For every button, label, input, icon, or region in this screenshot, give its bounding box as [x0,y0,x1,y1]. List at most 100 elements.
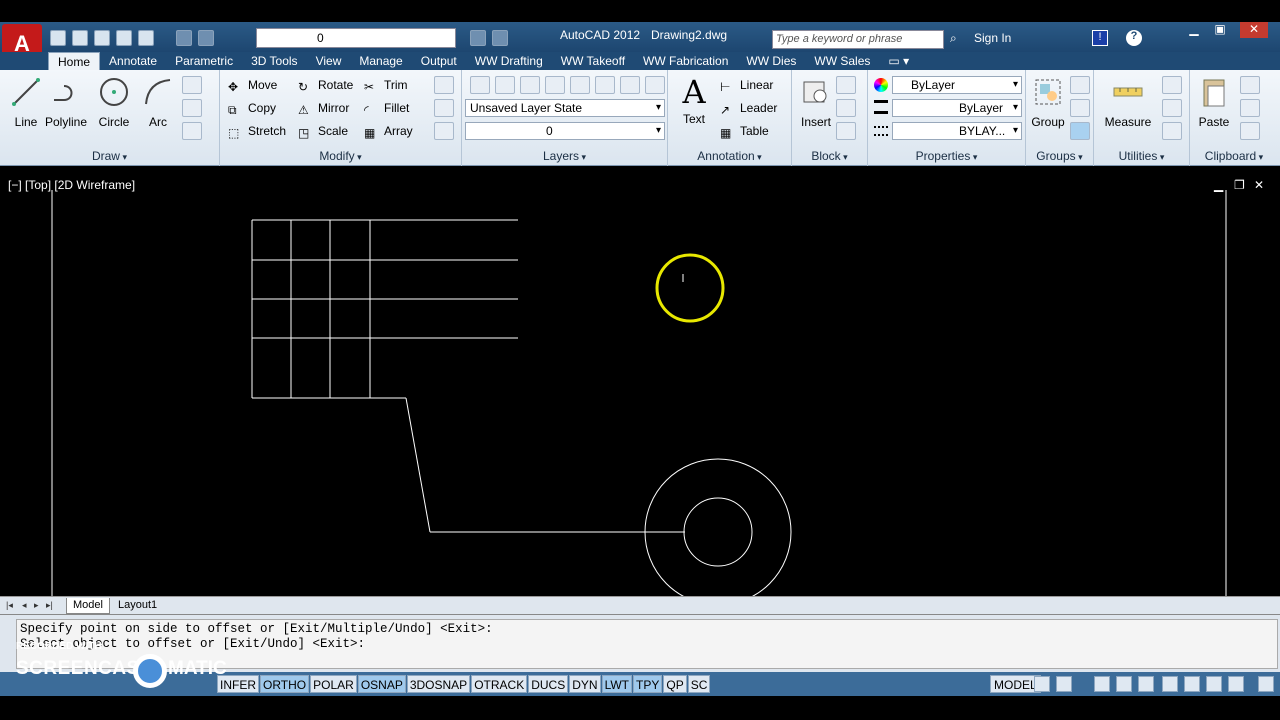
save-as-icon[interactable] [116,30,132,46]
create-block-icon[interactable] [836,76,856,94]
next-layout-icon[interactable]: ▸ [34,600,39,611]
next-icon[interactable] [492,30,508,46]
new-icon[interactable] [50,30,66,46]
scale-tool[interactable]: ◳ Scale [298,122,348,140]
layers-panel-title[interactable]: Layers [462,149,667,163]
move-tool[interactable]: ✥ Move [228,76,277,94]
status-toggle-polar[interactable]: POLAR [310,675,357,693]
rectangle-icon[interactable] [182,76,202,94]
layer-off-icon[interactable] [595,76,615,94]
drawing-area[interactable]: [−] [Top] [2D Wireframe] ▁ ❐ ✕ [0,168,1280,596]
utilities-panel-title[interactable]: Utilities [1094,149,1189,163]
clipboard-panel-title[interactable]: Clipboard [1190,149,1278,163]
copy-clip-icon[interactable] [1240,99,1260,117]
explode-icon[interactable] [434,99,454,117]
quick-view-drawings-icon[interactable] [1056,676,1072,692]
save-icon[interactable] [94,30,110,46]
tab-home[interactable]: Home [48,52,101,70]
text-tool[interactable]: A Text [672,76,716,126]
drawing-canvas[interactable] [0,168,1280,596]
lock-ui-icon[interactable] [1162,676,1178,692]
plot-icon[interactable] [138,30,154,46]
tab-manage[interactable]: Manage [350,52,411,70]
layer-freeze-icon[interactable] [620,76,640,94]
make-current-icon[interactable] [495,76,515,94]
undo-icon[interactable] [176,30,192,46]
groups-panel-title[interactable]: Groups [1026,149,1093,163]
region-icon[interactable] [182,122,202,140]
layer-lock-icon[interactable] [645,76,665,94]
linear-tool[interactable]: ⊢ Linear [720,76,773,94]
paste-tool[interactable]: Paste [1192,76,1236,129]
edit-block-icon[interactable] [836,99,856,117]
annotation-panel-title[interactable]: Annotation [668,149,791,163]
block-panel-title[interactable]: Block [792,149,867,163]
array-tool[interactable]: ▦ Array [364,122,413,140]
lineweight-dropdown[interactable]: ByLayer [892,99,1022,117]
extra-tab-menu[interactable]: ▭ ▾ [879,52,918,70]
erase-icon[interactable] [434,76,454,94]
modify-panel-title[interactable]: Modify [220,149,461,163]
offset-icon[interactable] [434,122,454,140]
calculator-icon[interactable] [1162,122,1182,140]
binoculars-icon[interactable]: ⌕ [950,31,957,46]
grid-figure[interactable] [251,219,685,533]
group-selection-icon[interactable] [1070,122,1090,140]
arc-tool[interactable]: Arc [136,76,180,129]
circle-tool[interactable]: Circle [92,76,136,129]
status-toggle-sc[interactable]: SC [687,675,711,693]
tab-ww-takeoff[interactable]: WW Takeoff [552,52,634,70]
group-edit-icon[interactable] [1070,99,1090,117]
line-tool[interactable]: Line [4,76,48,129]
status-toggle-3dosnap[interactable]: 3DOSNAP [406,675,471,693]
clean-screen-icon[interactable] [1258,676,1274,692]
last-layout-icon[interactable]: ▸| [46,600,53,611]
color-wheel-icon[interactable] [874,78,888,92]
close-icon[interactable]: ✕ [1240,22,1268,38]
prev-layout-icon[interactable]: ◂ [22,600,27,611]
tab-ww-fabrication[interactable]: WW Fabrication [634,52,737,70]
sign-in-button[interactable]: Sign In [974,31,1011,45]
status-toggle-qp[interactable]: QP [663,675,687,693]
status-toggle-otrack[interactable]: OTRACK [471,675,528,693]
measure-tool[interactable]: Measure [1100,76,1156,129]
layer-previous-icon[interactable] [545,76,565,94]
ungroup-icon[interactable] [1070,76,1090,94]
first-layout-icon[interactable]: |◂ [6,600,13,611]
layer-state-dropdown[interactable]: Unsaved Layer State [465,99,665,117]
quick-view-layouts-icon[interactable] [1034,676,1050,692]
annotation-visibility-icon[interactable] [1138,676,1154,692]
tab-3d-tools[interactable]: 3D Tools [242,52,306,70]
status-toggle-ortho[interactable]: ORTHO [260,675,310,693]
maximize-icon[interactable]: ▣ [1206,22,1234,38]
status-toggle-lwt[interactable]: LWT [601,675,633,693]
help-icon[interactable]: ? [1126,30,1142,46]
group-tool[interactable]: Group [1026,76,1070,129]
edit-attributes-icon[interactable] [836,122,856,140]
status-toggle-ducs[interactable]: DUCS [528,675,569,693]
copy-tool[interactable]: ⧉ Copy [228,99,276,117]
open-icon[interactable] [72,30,88,46]
point-id-icon[interactable] [1162,99,1182,117]
tab-parametric[interactable]: Parametric [166,52,242,70]
stretch-tool[interactable]: ⬚ Stretch [228,122,286,140]
status-toggle-osnap[interactable]: OSNAP [357,675,406,693]
rotate-tool[interactable]: ↻ Rotate [298,76,353,94]
tab-layout1[interactable]: Layout1 [112,598,163,614]
quick-select-icon[interactable] [1162,76,1182,94]
status-menu-icon[interactable] [1228,676,1244,692]
search-input[interactable]: Type a keyword or phrase [772,30,944,49]
mirror-tool[interactable]: ⚠ Mirror [298,99,349,117]
leader-tool[interactable]: ↗ Leader [720,99,777,117]
tab-ww-dies[interactable]: WW Dies [737,52,805,70]
previous-icon[interactable] [470,30,486,46]
cut-icon[interactable] [1240,76,1260,94]
layer-dropdown[interactable]: 0 [465,122,665,140]
draw-panel-title[interactable]: Draw [0,149,219,163]
status-toggle-tpy[interactable]: TPY [633,675,663,693]
isolate-objects-icon[interactable] [1206,676,1222,692]
layer-isolate-icon[interactable] [570,76,590,94]
hatch-icon[interactable] [182,99,202,117]
linetype-dropdown[interactable]: BYLAY... [892,122,1022,140]
workspace-switch-icon[interactable] [1116,676,1132,692]
